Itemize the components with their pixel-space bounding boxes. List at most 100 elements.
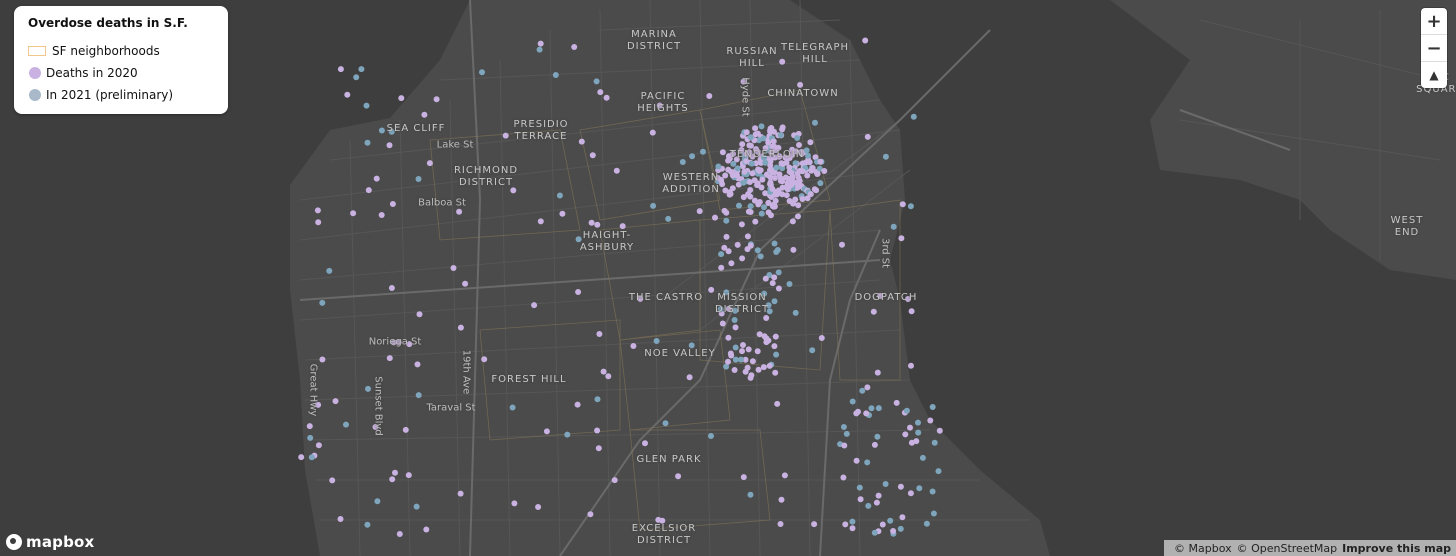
overdose-dot [899,201,906,208]
overdose-dot [739,141,746,148]
overdose-dot [913,438,920,445]
overdose-dot [571,44,578,50]
overdose-dot [421,111,428,118]
overdose-dot [479,69,485,76]
neighborhood-label: SEA CLIFF [386,123,446,134]
overdose-dot [481,356,488,363]
overdose-dot [840,474,847,481]
zoom-out-button[interactable]: − [1421,35,1447,62]
overdose-dot [879,521,886,528]
overdose-dot [739,255,746,262]
overdose-dot [594,396,601,403]
overdose-dot [344,91,351,98]
overdose-dot [315,442,322,449]
overdose-dot [747,491,754,498]
overdose-dot [882,481,889,487]
overdose-dot [611,477,618,484]
overdose-dot [792,309,799,316]
overdose-dot [747,134,754,141]
overdose-dot [805,152,811,159]
overdose-dot [919,454,926,461]
overdose-dot [457,324,464,331]
overdose-dot [723,209,730,216]
overdose-dot [864,384,871,391]
street-label: Sunset Blvd [372,376,384,436]
overdose-dot [814,170,821,177]
overdose-dot [795,202,802,209]
neighborhood-label: TELEGRAPH HILL [781,42,849,65]
zoom-in-button[interactable]: + [1421,8,1447,35]
attribution-osm-link[interactable]: © OpenStreetMap [1237,542,1338,555]
overdose-dot [807,139,814,146]
overdose-dot [575,289,582,295]
overdose-dot [775,187,782,194]
legend-item-2021: In 2021 (preliminary) [28,84,214,106]
overdose-dot [728,260,735,267]
overdose-dot [813,187,820,194]
outline-swatch [28,46,46,56]
neighborhood-label: CHINATOWN [767,88,839,99]
overdose-dot [745,191,752,198]
overdose-dot [915,429,922,436]
legend-label: SF neighborhoods [52,44,160,58]
overdose-dot [865,502,872,509]
overdose-dot [749,170,756,177]
overdose-dot [741,168,748,175]
overdose-dot [715,163,722,170]
overdose-dot [856,484,863,491]
overdose-dot [662,420,669,427]
map-canvas[interactable]: MARINA DISTRICT RUSSIAN HILL TELEGRAPH HIL… [0,0,1456,556]
overdose-dot [326,267,333,274]
overdose-dot [416,311,423,318]
overdose-dot [916,485,923,492]
overdose-dot [849,398,856,405]
overdose-dot [665,215,672,222]
overdose-dot [842,521,849,528]
overdose-dot [795,213,801,220]
overdose-dot [343,421,349,428]
overdose-dot [910,113,917,120]
overdose-dot [871,441,878,448]
overdose-dot [745,208,752,215]
overdose-dot [756,199,763,205]
overdose-dot [773,249,780,255]
overdose-dot [757,253,764,260]
overdose-dot [746,142,753,149]
overdose-dot [719,149,726,156]
overdose-dot [898,235,905,242]
overdose-dot [929,404,936,410]
overdose-dot [808,167,815,174]
overdose-dot [619,223,626,230]
mapbox-logo[interactable]: mapbox [6,533,94,551]
attribution-mapbox-link[interactable]: © Mapbox [1174,542,1232,555]
overdose-dot [457,490,464,497]
improve-map-link[interactable]: Improve this map [1342,542,1451,555]
overdose-dot [511,500,518,507]
overdose-dot [365,187,372,194]
overdose-dot [450,265,457,271]
overdose-dot [725,166,732,173]
overdose-dot [708,433,714,439]
overdose-dot [696,208,703,215]
overdose-dot [772,197,779,204]
overdose-dot [882,153,889,160]
overdose-dot [456,208,463,215]
overdose-dot [731,317,738,323]
overdose-dot [841,442,848,449]
overdose-dot [777,175,784,182]
compass-icon[interactable]: ▲ [1421,62,1447,88]
overdose-dot [587,511,594,518]
overdose-dot [307,434,314,441]
overdose-dot [807,191,814,198]
overdose-dot [574,401,581,408]
overdose-dot [564,431,571,438]
overdose-dot [731,367,738,373]
overdose-dot [864,459,871,466]
overdose-dot [537,40,544,47]
overdose-dot [761,204,767,211]
overdose-dot [907,203,914,210]
neighborhood-label: HAIGHT- ASHBURY [579,230,635,253]
overdose-dot [600,368,607,375]
overdose-dot [747,242,754,249]
map-controls: + − ▲ [1421,8,1447,88]
